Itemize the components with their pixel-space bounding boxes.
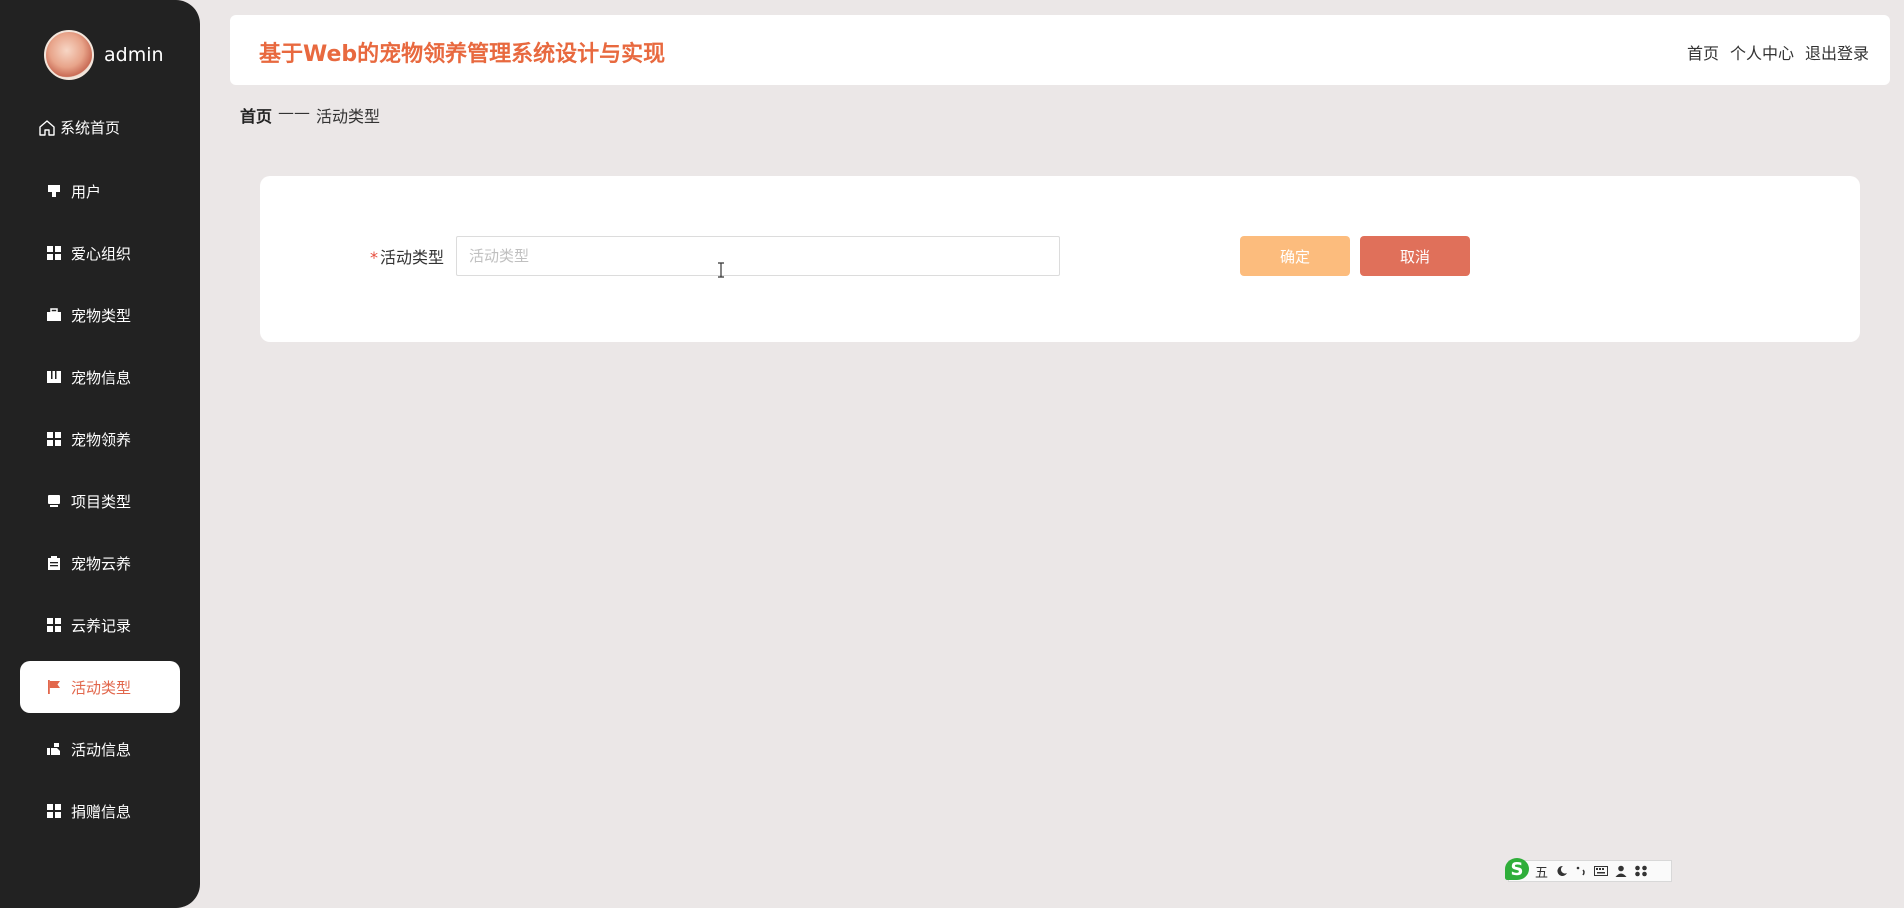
briefcase-icon: [47, 308, 61, 321]
punctuation-icon[interactable]: [1574, 865, 1588, 877]
sidebar: admin 系统首页 用户 爱心组织 宠物类型 宠物信息 宠物领养 项目类型 宠…: [0, 0, 200, 908]
sidebar-item-label: 宠物领养: [71, 430, 132, 449]
sidebar-item-label: 宠物云养: [71, 554, 132, 573]
sidebar-item-user[interactable]: 用户: [20, 165, 180, 217]
profile-center-link[interactable]: 个人中心: [1730, 40, 1794, 64]
sidebar-item-pet-cloud-raise[interactable]: 宠物云养: [20, 537, 180, 589]
top-header: 基于Web的宠物领养管理系统设计与实现 首页 个人中心 退出登录: [230, 15, 1890, 85]
hand-icon: [47, 743, 60, 755]
ime-logo-icon[interactable]: S: [1505, 858, 1529, 880]
sidebar-item-label: 项目类型: [71, 492, 132, 511]
sidebar-item-label: 活动类型: [71, 678, 132, 697]
sidebar-item-label: 用户: [71, 182, 102, 201]
top-links: 首页 个人中心 退出登录: [1687, 40, 1869, 64]
book-icon: [47, 371, 61, 383]
profile: admin: [44, 30, 164, 80]
activity-type-input[interactable]: [456, 236, 1060, 276]
required-mark: *: [370, 248, 378, 267]
sidebar-item-pet-type[interactable]: 宠物类型: [20, 289, 180, 341]
sidebar-item-activity-info[interactable]: 活动信息: [20, 723, 180, 775]
avatar: [44, 30, 94, 80]
sidebar-menu: 用户 爱心组织 宠物类型 宠物信息 宠物领养 项目类型 宠物云养 云养记录 活动…: [20, 165, 180, 847]
form-card: *活动类型 确定 取消: [260, 176, 1860, 342]
home-link[interactable]: 首页: [1687, 40, 1719, 64]
ime-toolbar: S 五: [1505, 858, 1672, 882]
sidebar-item-activity-type[interactable]: 活动类型: [20, 661, 180, 713]
site-title: 基于Web的宠物领养管理系统设计与实现: [259, 42, 666, 67]
sidebar-item-pet-info[interactable]: 宠物信息: [20, 351, 180, 403]
flag-icon: [48, 680, 60, 694]
profile-username: admin: [104, 44, 164, 66]
sidebar-item-home[interactable]: 系统首页: [38, 117, 120, 138]
grid-icon: [47, 618, 61, 632]
breadcrumb-home[interactable]: 首页: [240, 103, 272, 127]
home-icon: [39, 119, 55, 136]
breadcrumb-separator: ——: [278, 103, 311, 122]
sidebar-item-label: 宠物类型: [71, 306, 132, 325]
logout-link[interactable]: 退出登录: [1805, 40, 1869, 64]
grid-icon: [47, 804, 61, 818]
moon-icon[interactable]: [1554, 865, 1568, 877]
grid-icon: [47, 246, 61, 260]
cancel-button[interactable]: 取消: [1360, 236, 1470, 276]
sidebar-item-donation-info[interactable]: 捐赠信息: [20, 785, 180, 837]
confirm-button[interactable]: 确定: [1240, 236, 1350, 276]
sidebar-item-charity-org[interactable]: 爱心组织: [20, 227, 180, 279]
apps-icon[interactable]: [1634, 865, 1648, 877]
keyboard-icon[interactable]: [1594, 865, 1609, 877]
breadcrumb: 首页 —— 活动类型: [240, 103, 380, 127]
ime-mode[interactable]: 五: [1535, 862, 1548, 881]
activity-type-label: * 活动类型: [370, 244, 444, 268]
activity-type-label-text: 活动类型: [380, 248, 445, 267]
monitor-icon: [48, 495, 60, 507]
user-icon: [48, 185, 60, 197]
sidebar-item-pet-adoption[interactable]: 宠物领养: [20, 413, 180, 465]
sidebar-item-project-type[interactable]: 项目类型: [20, 475, 180, 527]
breadcrumb-current: 活动类型: [316, 107, 381, 126]
sidebar-item-label: 宠物信息: [71, 368, 132, 387]
sidebar-item-label: 捐赠信息: [71, 802, 132, 821]
grid-icon: [47, 432, 61, 446]
sidebar-item-label: 活动信息: [71, 740, 132, 759]
sidebar-item-cloud-raise-record[interactable]: 云养记录: [20, 599, 180, 651]
sidebar-item-label: 云养记录: [71, 616, 132, 635]
sidebar-item-home-label: 系统首页: [60, 119, 121, 137]
sidebar-item-label: 爱心组织: [71, 244, 132, 263]
clipboard-icon: [48, 556, 60, 570]
user-icon[interactable]: [1614, 865, 1628, 877]
text-cursor-icon: [718, 262, 724, 278]
